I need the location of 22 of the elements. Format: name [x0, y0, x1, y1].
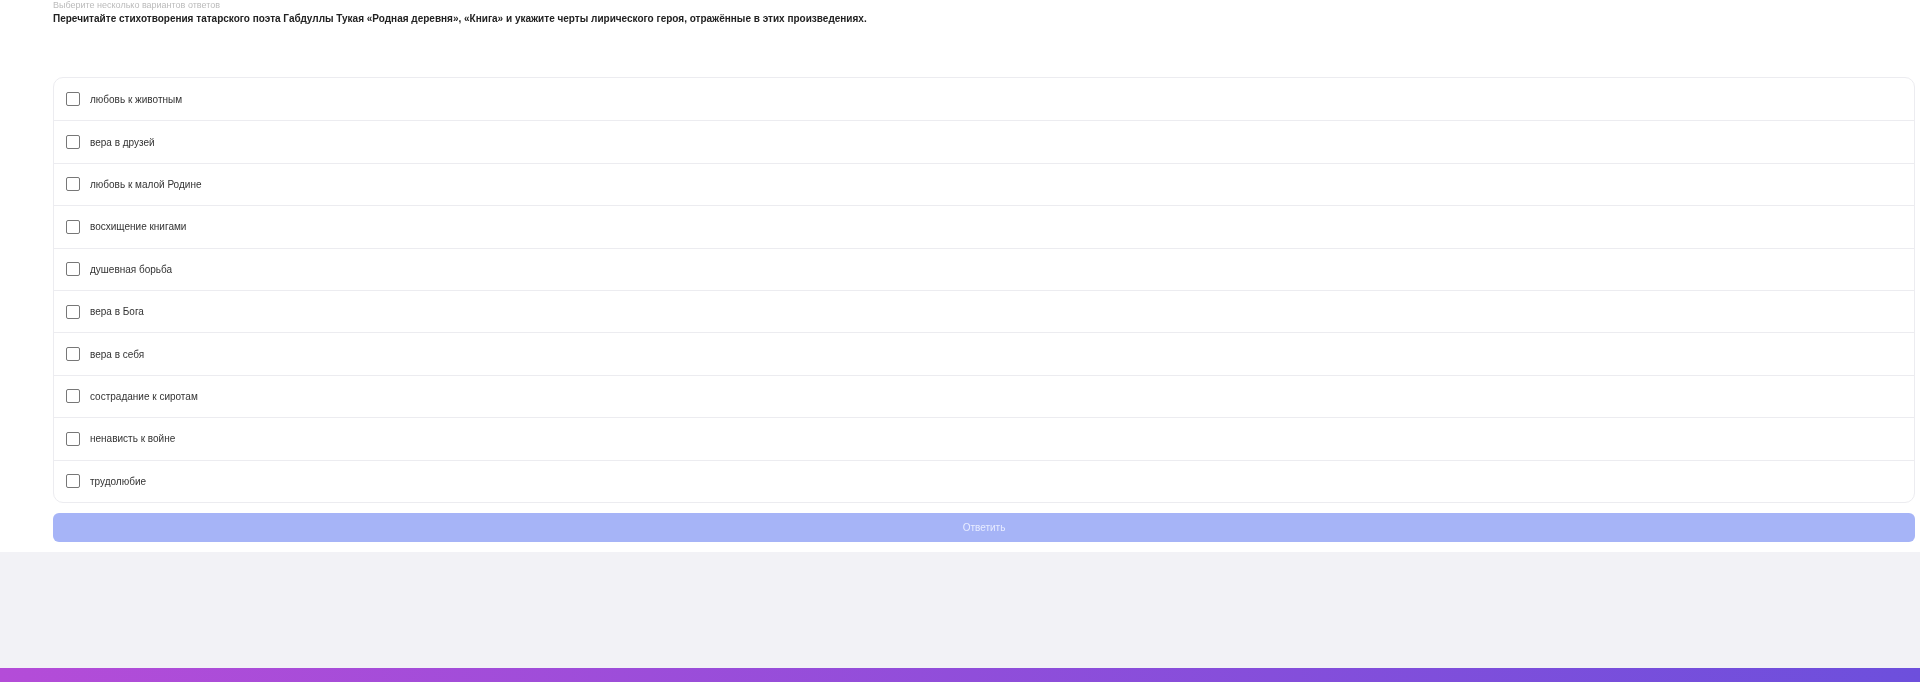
option-label[interactable]: трудолюбие: [90, 473, 147, 489]
option-label[interactable]: душевная борьба: [90, 261, 173, 277]
hint-text: Выберите несколько вариантов ответов: [53, 0, 222, 11]
checkbox[interactable]: [66, 347, 80, 362]
checkbox[interactable]: [66, 474, 80, 489]
question-text: Перечитайте стихотворения татарского поэта Габдуллы Тукая «Родная деревня», «Книга» и укажите черты лирического героя, отражённые в этих произведениях.: [53, 12, 868, 26]
option-label[interactable]: вера в друзей: [90, 134, 155, 150]
checkbox[interactable]: [66, 389, 80, 404]
option-label[interactable]: вера в себя: [90, 346, 145, 362]
checkbox[interactable]: [66, 135, 80, 150]
checkbox[interactable]: [66, 431, 80, 446]
checkbox[interactable]: [66, 262, 80, 277]
option-label[interactable]: любовь к животным: [90, 91, 183, 107]
option-label[interactable]: любовь к малой Родине: [90, 176, 202, 192]
checkbox[interactable]: [66, 92, 80, 107]
checkbox[interactable]: [66, 219, 80, 234]
option-label[interactable]: вера в Бога: [90, 304, 144, 320]
checkbox[interactable]: [66, 304, 80, 319]
option-label[interactable]: сострадание к сиротам: [90, 388, 198, 404]
checkbox[interactable]: [66, 177, 80, 192]
option-label[interactable]: восхищение книгами: [90, 219, 187, 235]
option-label[interactable]: ненависть к войне: [90, 431, 176, 447]
